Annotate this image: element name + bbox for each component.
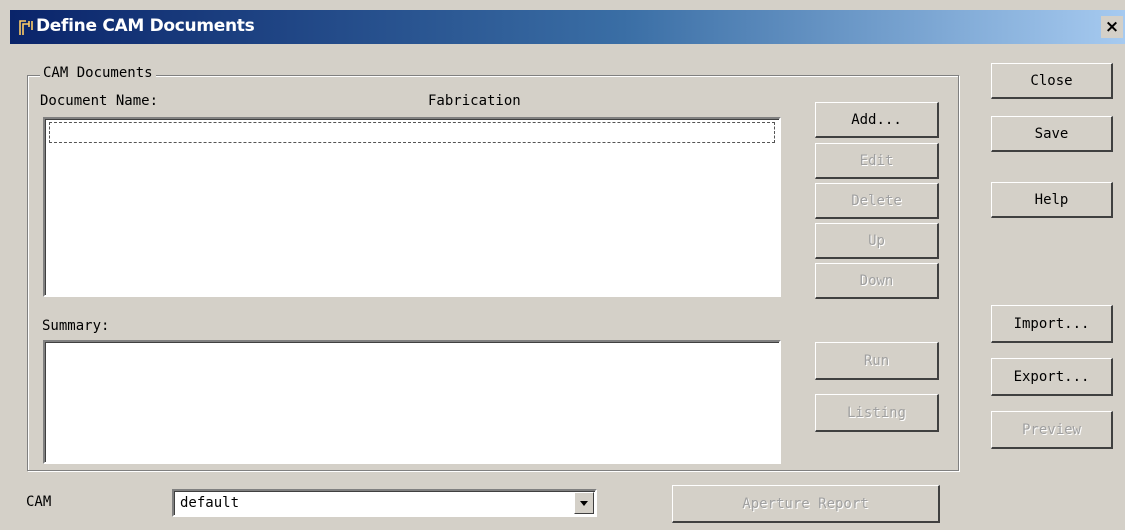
group-title: CAM Documents bbox=[40, 65, 156, 81]
edit-button[interactable]: Edit bbox=[815, 143, 939, 179]
help-button[interactable]: Help bbox=[991, 182, 1113, 218]
down-button[interactable]: Down bbox=[815, 263, 939, 299]
cam-label: CAM bbox=[26, 494, 52, 510]
cam-select[interactable]: default bbox=[172, 489, 597, 517]
delete-button[interactable]: Delete bbox=[815, 183, 939, 219]
aperture-report-button[interactable]: Aperture Report bbox=[672, 485, 940, 523]
summary-label: Summary: bbox=[42, 318, 110, 334]
fabrication-label: Fabrication bbox=[428, 93, 521, 109]
save-button[interactable]: Save bbox=[991, 116, 1113, 152]
import-button[interactable]: Import... bbox=[991, 305, 1113, 343]
cam-select-value: default bbox=[180, 495, 240, 511]
chevron-down-icon[interactable] bbox=[574, 492, 594, 514]
document-name-label: Document Name: bbox=[40, 93, 159, 109]
window-title: Define CAM Documents bbox=[36, 16, 255, 36]
add-button[interactable]: Add... bbox=[815, 102, 939, 138]
listing-button[interactable]: Listing bbox=[815, 394, 939, 432]
run-button[interactable]: Run bbox=[815, 342, 939, 380]
title-bar: Define CAM Documents × bbox=[10, 10, 1125, 44]
document-list[interactable] bbox=[43, 117, 781, 297]
cam-app-icon bbox=[18, 18, 36, 36]
preview-button[interactable]: Preview bbox=[991, 411, 1113, 449]
export-button[interactable]: Export... bbox=[991, 358, 1113, 396]
list-focus-row[interactable] bbox=[49, 122, 775, 143]
up-button[interactable]: Up bbox=[815, 223, 939, 259]
close-button[interactable]: Close bbox=[991, 63, 1113, 99]
close-icon[interactable]: × bbox=[1101, 16, 1123, 38]
summary-box[interactable] bbox=[43, 340, 781, 464]
